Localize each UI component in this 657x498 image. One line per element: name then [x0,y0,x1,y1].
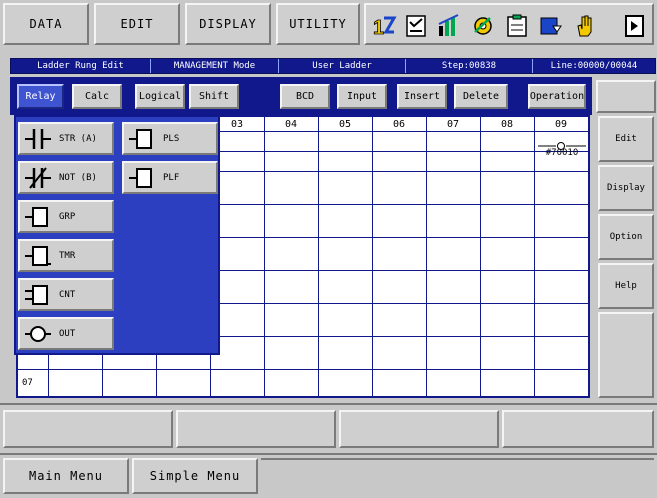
cnt-label: CNT [59,289,76,300]
edit-menu[interactable]: EDIT [94,3,180,45]
column-header-04: 04 [284,119,298,130]
grid-row-line [18,369,588,370]
grid-column-line [480,117,481,396]
grid-column-line [264,117,265,396]
function-key-2[interactable] [176,410,336,448]
plf-label: PLF [163,172,180,183]
hand-icon[interactable] [572,11,598,41]
tab-row-spacer [596,80,656,113]
column-header-07: 07 [446,119,460,130]
status-security: MANAGEMENT Mode [151,59,279,73]
status-mode: Ladder Rung Edit [11,59,151,73]
grp-label: GRP [59,211,76,222]
svg-text:1: 1 [373,17,384,39]
plf-button[interactable]: PLF [122,161,218,194]
clipboard-icon[interactable] [504,11,530,41]
side-empty-panel [598,312,654,398]
pls-label: PLS [163,133,180,144]
tab-relay[interactable]: Relay [17,84,64,109]
status-program: User Ladder [279,59,406,73]
instruction-tab-bar: Relay Calc Logical Shift BCD Input Inser… [10,77,592,115]
normally-closed-contact-icon [25,166,51,189]
data-menu[interactable]: DATA [3,3,89,45]
side-help-button[interactable]: Help [598,263,654,309]
grid-column-line [318,117,319,396]
tab-bcd[interactable]: BCD [280,84,330,109]
side-edit-button[interactable]: Edit [598,116,654,162]
pulse-rising-icon [129,128,152,149]
column-header-05: 05 [338,119,352,130]
checklist-icon[interactable] [404,11,430,41]
download-icon[interactable] [538,11,564,41]
not-b-label: NOT (B) [59,172,97,183]
pulse-falling-icon [129,167,152,188]
toolbar: 1 [364,3,654,45]
status-line: Line:00000/00044 [550,61,638,71]
tab-insert[interactable]: Insert [397,84,447,109]
str-a-label: STR (A) [59,133,97,144]
column-header-08: 08 [500,119,514,130]
pls-button[interactable]: PLS [122,122,218,155]
instruction-palette: STR (A) PLS NOT (B) PLF GRP TMR CNT OUT [14,115,220,355]
str-a-button[interactable]: STR (A) [18,122,114,155]
separator [0,403,657,405]
grp-button[interactable]: GRP [18,200,114,233]
tmr-button[interactable]: TMR [18,239,114,272]
group-block-icon [25,206,48,227]
tab-shift[interactable]: Shift [189,84,239,109]
grid-column-line [426,117,427,396]
exit-icon[interactable] [622,11,648,41]
normally-open-contact-icon [25,128,51,149]
tab-input[interactable]: Input [337,84,387,109]
timer-icon [25,245,51,266]
gear-icon[interactable] [470,11,496,41]
bottom-separator [0,453,657,455]
tab-delete[interactable]: Delete [454,84,508,109]
row-label: 07 [22,378,33,388]
grid-column-line [372,117,373,396]
grid-column-line [534,117,535,396]
column-header-09: 09 [554,119,568,130]
sort-icon[interactable]: 1 [372,11,398,41]
not-b-button[interactable]: NOT (B) [18,161,114,194]
tab-calc[interactable]: Calc [72,84,122,109]
column-header-06: 06 [392,119,406,130]
utility-menu[interactable]: UTILITY [276,3,360,45]
main-menu-button[interactable]: Main Menu [3,458,129,494]
status-bar: Ladder Rung Edit MANAGEMENT Mode User La… [10,58,656,74]
out-button[interactable]: OUT [18,317,114,350]
function-key-3[interactable] [339,410,499,448]
cnt-button[interactable]: CNT [18,278,114,311]
counter-icon [25,284,48,305]
chart-icon[interactable] [436,11,462,41]
bottom-status-area [261,458,654,494]
tab-logical[interactable]: Logical [135,84,185,109]
side-option-button[interactable]: Option [598,214,654,260]
display-menu[interactable]: DISPLAY [185,3,271,45]
tab-operation[interactable]: Operation [528,84,586,109]
output-coil-icon [25,325,51,342]
side-display-button[interactable]: Display [598,165,654,211]
function-key-1[interactable] [3,410,173,448]
function-key-4[interactable] [502,410,654,448]
simple-menu-button[interactable]: Simple Menu [132,458,258,494]
out-label: OUT [59,328,76,339]
status-step: Step:00838 [406,59,533,73]
coil-address-label: #70010 [545,148,579,158]
tmr-label: TMR [59,250,76,261]
